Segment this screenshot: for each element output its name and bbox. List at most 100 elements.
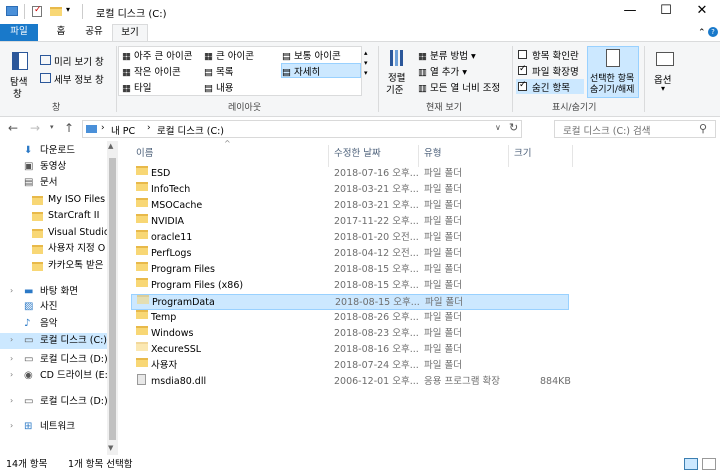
item-checkboxes-toggle[interactable]: 항목 확인란 — [518, 48, 584, 62]
large-icons-view-icon[interactable] — [702, 458, 716, 470]
nav-item[interactable]: ⬇ 다운로드 — [0, 143, 108, 159]
file-row[interactable]: ESD 2018-07-16 오후... 파일 폴더 — [131, 166, 569, 182]
back-icon[interactable]: ← — [8, 121, 18, 135]
file-row[interactable]: Program Files (x86) 2018-08-15 오후... 파일 폴더 — [131, 278, 569, 294]
properties-icon[interactable]: ✓ — [32, 5, 42, 17]
ribbon-collapse-icon[interactable]: ⌃ — [698, 28, 706, 38]
explorer-icon[interactable] — [6, 6, 18, 16]
file-row[interactable]: Windows 2018-08-23 오후... 파일 폴더 — [131, 326, 569, 342]
minimize-button[interactable]: — — [612, 0, 648, 24]
search-input[interactable]: 로컬 디스크 (C:) 검색 ⚲ — [554, 120, 716, 138]
add-columns-button[interactable]: ▥ 열 추가 ▾ — [418, 64, 467, 78]
layout-extra-large-label: 아주 큰 아이콘 — [134, 51, 193, 62]
nav-item[interactable]: ▬ 바탕 화면 — [0, 284, 108, 300]
tab-file[interactable]: 파일 — [0, 24, 38, 41]
folder-icon — [136, 166, 148, 175]
nav-item[interactable]: ◉ CD 드라이브 (E: — [0, 368, 108, 384]
nav-item[interactable]: ♪ 음악 — [0, 316, 108, 332]
help-icon[interactable]: ? — [708, 27, 718, 37]
layout-scroll-icon[interactable]: ▴ ▾ ▾ — [364, 48, 368, 78]
up-icon[interactable]: ↑ — [64, 121, 74, 135]
nav-item[interactable]: ▭ 로컬 디스크 (C:) — [0, 333, 108, 349]
file-row[interactable]: InfoTech 2018-03-21 오후... 파일 폴더 — [131, 182, 569, 198]
layout-content[interactable]: ▤ 내용 — [204, 80, 233, 94]
address-bar[interactable]: › 내 PC › 로컬 디스크 (C:) ∨ ↻ — [82, 120, 522, 138]
file-row[interactable]: 사용자 2018-07-24 오후... 파일 폴더 — [131, 358, 569, 374]
file-extensions-checkbox[interactable] — [518, 64, 527, 75]
file-row[interactable]: Temp 2018-08-26 오후... 파일 폴더 — [131, 310, 569, 326]
tab-home[interactable]: 홈 — [48, 24, 74, 41]
column-header-type[interactable]: 유형 — [424, 145, 441, 163]
nav-item[interactable]: ▣ 동영상 — [0, 159, 108, 175]
nav-scroll-down-icon[interactable]: ▼ — [108, 444, 113, 452]
group-by-button[interactable]: ▦ 분류 방법 ▾ — [418, 48, 476, 62]
sort-button[interactable]: 정렬 기준 — [384, 48, 412, 98]
file-extensions-toggle[interactable]: 파일 확장명 — [518, 64, 584, 78]
layout-large-label: 큰 아이콘 — [216, 51, 254, 62]
selection-count: 1개 항목 선택함 — [68, 459, 133, 470]
details-pane-button[interactable]: 세부 정보 창 — [40, 72, 112, 86]
nav-item[interactable]: Visual Studio 2 — [0, 225, 108, 241]
hidden-items-toggle[interactable]: 숨긴 항목 — [516, 79, 584, 94]
layout-list[interactable]: ▤ 목록 — [204, 64, 233, 78]
fit-columns-button[interactable]: ▥ 모든 열 너비 조정 — [418, 80, 500, 94]
column-header-size[interactable]: 크기 — [514, 145, 531, 163]
file-row[interactable]: oracle11 2018-01-20 오전... 파일 폴더 — [131, 230, 569, 246]
options-button[interactable]: 옵션 ▾ — [650, 50, 680, 98]
layout-small-icons[interactable]: ▦ 작은 아이콘 — [122, 64, 181, 78]
folder-icon — [136, 278, 148, 287]
hide-selected-button[interactable]: 선택한 항목 숨기기/해제 — [587, 46, 639, 98]
item-checkboxes-checkbox[interactable] — [518, 50, 527, 59]
layout-tiles[interactable]: ▦ 타일 — [122, 80, 151, 94]
file-row[interactable]: ProgramData 2018-08-15 오후... 파일 폴더 — [131, 294, 569, 310]
nav-pane-button[interactable]: 탐색 창 — [6, 50, 34, 100]
column-header-name[interactable]: 이름 — [136, 145, 153, 163]
address-dropdown-icon[interactable]: ∨ — [495, 123, 501, 132]
nav-item[interactable]: StarCraft II — [0, 208, 108, 224]
layout-extra-large-icons[interactable]: ▦ 아주 큰 아이콘 — [122, 48, 192, 62]
hidden-items-checkbox[interactable] — [518, 80, 527, 91]
tab-share[interactable]: 공유 — [80, 24, 108, 41]
nav-item[interactable]: 카카오톡 받은 — [0, 258, 108, 274]
nav-item-label: 네트워크 — [40, 421, 75, 432]
close-button[interactable]: ✕ — [684, 0, 720, 24]
nav-scroll-up-icon[interactable]: ▲ — [108, 142, 113, 150]
layout-medium-icons[interactable]: ▤ 보통 아이콘 — [282, 48, 341, 62]
details-view-icon[interactable] — [684, 458, 698, 470]
expand-arrow-icon[interactable]: › — [10, 396, 13, 405]
file-row[interactable]: NVIDIA 2017-11-22 오후... 파일 폴더 — [131, 214, 569, 230]
file-row[interactable]: XecureSSL 2018-08-16 오후... 파일 폴더 — [131, 342, 569, 358]
column-header-date[interactable]: 수정한 날짜 — [334, 145, 381, 163]
expand-arrow-icon[interactable]: › — [10, 421, 13, 430]
preview-pane-button[interactable]: 미리 보기 창 — [40, 54, 112, 68]
expand-arrow-icon[interactable]: › — [10, 286, 13, 295]
layout-details[interactable]: ▤ 자세히 — [281, 63, 361, 78]
forward-icon[interactable]: → — [30, 121, 40, 135]
file-type: 파일 폴더 — [425, 297, 463, 308]
nav-item[interactable]: My ISO Files — [0, 192, 108, 208]
quick-access-dropdown-icon[interactable]: ▾ — [66, 5, 70, 14]
file-row[interactable]: Program Files 2018-08-15 오후... 파일 폴더 — [131, 262, 569, 278]
nav-item[interactable]: ▨ 사진 — [0, 299, 108, 315]
recent-locations-icon[interactable]: ▾ — [50, 123, 54, 131]
file-row[interactable]: msdia80.dll 2006-12-01 오후... 응용 프로그램 확장 884… — [131, 374, 571, 390]
refresh-icon[interactable]: ↻ — [509, 121, 518, 134]
nav-item[interactable]: ▭ 로컬 디스크 (D:) — [0, 352, 108, 368]
layout-large-icons[interactable]: ▦ 큰 아이콘 — [204, 48, 254, 62]
new-folder-icon[interactable] — [50, 7, 62, 16]
file-row[interactable]: MSOCache 2018-03-21 오후... 파일 폴더 — [131, 198, 569, 214]
nav-item[interactable]: 사용자 지정 O — [0, 241, 108, 257]
nav-item[interactable]: ▤ 문서 — [0, 175, 108, 191]
nav-item[interactable]: ▭ 로컬 디스크 (D:) — [0, 394, 108, 410]
expand-arrow-icon[interactable]: › — [10, 370, 13, 379]
tab-view[interactable]: 보기 — [112, 24, 148, 42]
breadcrumb-drive[interactable]: 로컬 디스크 (C:) — [157, 123, 224, 137]
maximize-button[interactable]: ☐ — [648, 0, 684, 24]
nav-item[interactable]: ⊞ 네트워크 — [0, 419, 108, 435]
file-type: 파일 폴더 — [424, 216, 462, 227]
expand-arrow-icon[interactable]: › — [10, 335, 13, 344]
expand-arrow-icon[interactable]: › — [10, 354, 13, 363]
file-row[interactable]: PerfLogs 2018-04-12 오전... 파일 폴더 — [131, 246, 569, 262]
breadcrumb-pc[interactable]: 내 PC — [111, 123, 135, 137]
nav-scroll-thumb[interactable] — [109, 158, 116, 440]
